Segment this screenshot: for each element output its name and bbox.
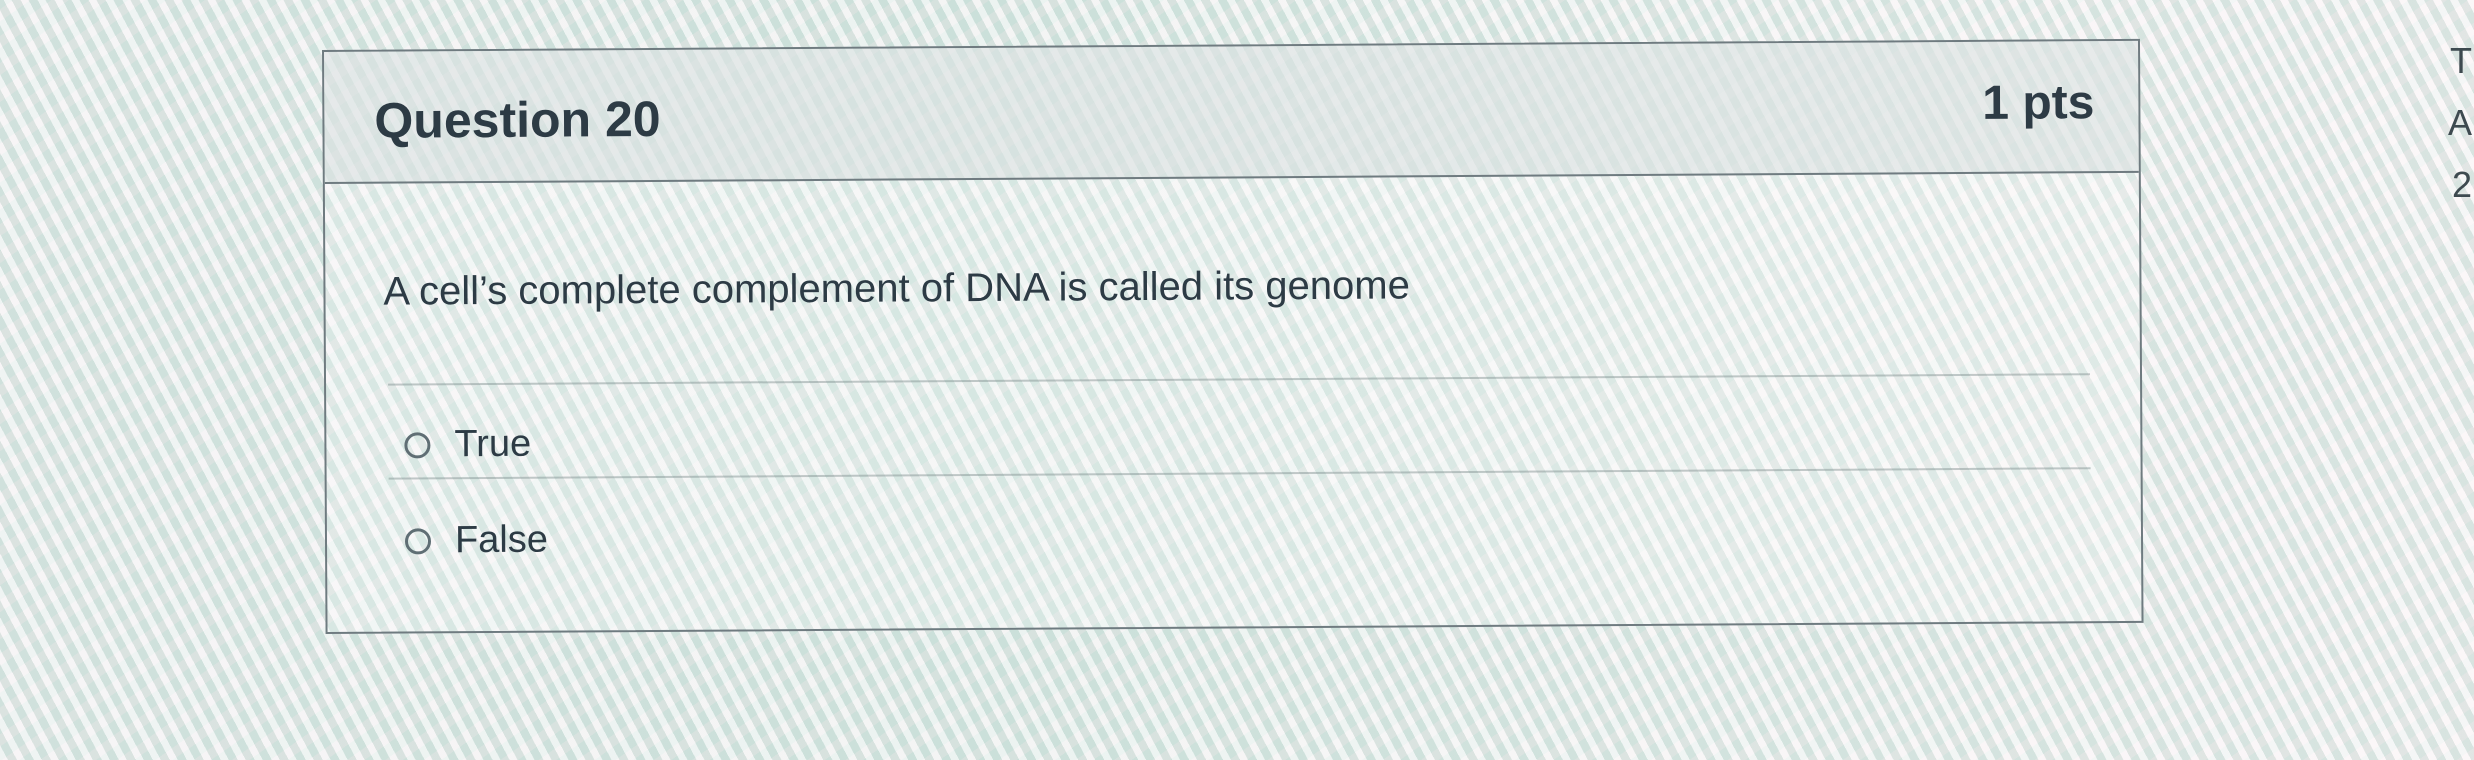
answer-label-false: False: [454, 518, 549, 562]
answer-divider-top: [388, 373, 2091, 386]
side-letter: 2: [2451, 164, 2472, 205]
question-header: Question 20 1 pts: [324, 40, 2139, 184]
radio-button-false[interactable]: [404, 527, 432, 555]
question-points: 1 pts: [1982, 76, 2095, 130]
question-text: A cell’s complete complement of DNA is c…: [383, 263, 1410, 314]
question-card: Question 20 1 pts A cell’s complete comp…: [322, 38, 2144, 634]
answer-option-true[interactable]: True: [404, 423, 531, 467]
answer-divider: [388, 467, 2091, 480]
question-title: Question 20: [374, 90, 661, 149]
side-letter: T: [2450, 40, 2472, 81]
answer-label-true: True: [454, 422, 532, 466]
answer-option-false[interactable]: False: [404, 518, 549, 563]
side-letter: A: [2447, 102, 2472, 143]
radio-button-true[interactable]: [404, 431, 431, 459]
side-panel-cutoff: T A 2: [2444, 30, 2472, 216]
